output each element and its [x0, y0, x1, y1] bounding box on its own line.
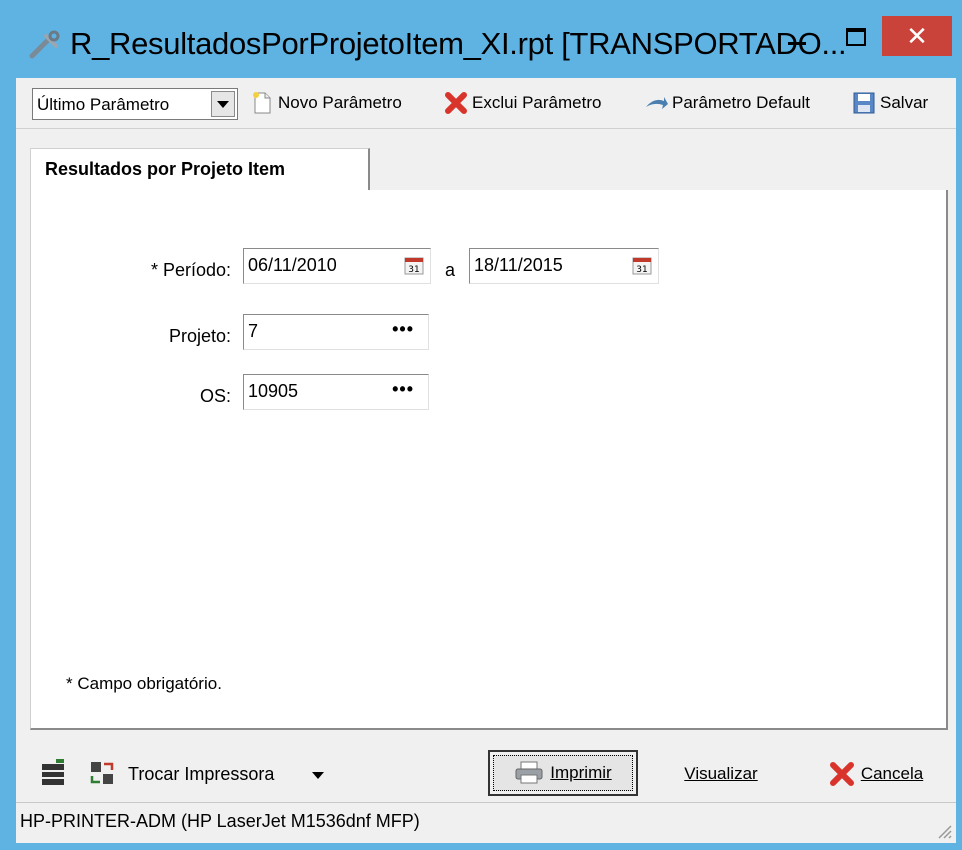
- visualizar-label: Visualizar: [684, 764, 758, 783]
- title-bar[interactable]: R_ResultadosPorProjetoItem_XI.rpt [TRANS…: [8, 8, 954, 78]
- printer-settings-icon[interactable]: [40, 758, 68, 788]
- tab-resultados-por-projeto-item[interactable]: Resultados por Projeto Item: [30, 148, 370, 190]
- new-document-icon: [253, 92, 271, 114]
- os-field[interactable]: 10905 •••: [243, 374, 429, 410]
- window-title: R_ResultadosPorProjetoItem_XI.rpt [TRANS…: [70, 26, 847, 61]
- printer-status: HP-PRINTER-ADM (HP LaserJet M1536dnf MFP…: [20, 811, 420, 831]
- projeto-field[interactable]: 7 •••: [243, 314, 429, 350]
- os-value: 10905: [248, 381, 299, 401]
- floppy-disk-icon: [853, 92, 875, 114]
- parametro-default-button[interactable]: Parâmetro Default: [644, 88, 810, 118]
- resize-grip-icon[interactable]: [936, 823, 952, 839]
- periodo-start-value: 06/11/2010: [248, 255, 337, 275]
- cancela-label: Cancela: [860, 764, 924, 783]
- salvar-button[interactable]: Salvar: [852, 88, 928, 118]
- os-lookup-button[interactable]: •••: [392, 379, 414, 400]
- red-x-icon: [445, 92, 467, 114]
- red-x-icon: [829, 762, 854, 786]
- chevron-down-icon[interactable]: [312, 772, 324, 779]
- close-icon: ✕: [906, 21, 928, 51]
- imprimir-label: Imprimir: [550, 763, 612, 782]
- periodo-end-field[interactable]: 18/11/2015 31: [469, 248, 659, 284]
- action-bar: Trocar Impressora Imprimir Visualizar Ca…: [16, 740, 956, 802]
- visualizar-button[interactable]: Visualizar: [666, 752, 776, 796]
- exclui-parametro-label: Exclui Parâmetro: [472, 93, 602, 112]
- parameter-select[interactable]: Último Parâmetro: [32, 88, 238, 120]
- novo-parametro-button[interactable]: Novo Parâmetro: [250, 88, 402, 118]
- report-window: R_ResultadosPorProjetoItem_XI.rpt [TRANS…: [0, 0, 962, 850]
- imprimir-button[interactable]: Imprimir: [488, 750, 638, 796]
- salvar-label: Salvar: [880, 93, 929, 112]
- calendar-icon[interactable]: 31: [404, 257, 424, 275]
- maximize-button[interactable]: [826, 16, 880, 58]
- arrow-icon: [646, 97, 668, 109]
- periodo-separator: a: [445, 260, 456, 280]
- status-bar: HP-PRINTER-ADM (HP LaserJet M1536dnf MFP…: [16, 802, 956, 843]
- required-field-note: * Campo obrigatório.: [66, 674, 222, 693]
- projeto-value: 7: [248, 321, 259, 341]
- tools-icon: [29, 30, 60, 59]
- tab-label: Resultados por Projeto Item: [45, 159, 286, 179]
- swap-printer-icon[interactable]: [88, 758, 116, 788]
- toolbar: Último Parâmetro Novo Parâmetro Exclui P…: [16, 78, 956, 129]
- projeto-label: Projeto:: [168, 326, 231, 346]
- parametro-default-label: Parâmetro Default: [672, 93, 810, 112]
- window-client-area: Último Parâmetro Novo Parâmetro Exclui P…: [16, 78, 956, 843]
- projeto-lookup-button[interactable]: •••: [392, 319, 414, 340]
- trocar-impressora-button[interactable]: Trocar Impressora: [128, 764, 274, 785]
- novo-parametro-label: Novo Parâmetro: [278, 93, 402, 112]
- periodo-start-field[interactable]: 06/11/2010 31: [243, 248, 431, 284]
- svg-text:31: 31: [408, 265, 419, 275]
- imprimir-button-face: Imprimir: [493, 755, 633, 791]
- printer-icon: [515, 761, 543, 784]
- calendar-icon[interactable]: 31: [632, 257, 652, 275]
- cancela-button[interactable]: Cancela: [816, 752, 936, 796]
- periodo-label: * Período:: [150, 260, 231, 280]
- parameter-select-value: Último Parâmetro: [37, 95, 170, 114]
- tab-panel: * Período: 06/11/2010 31 a 18/11/2015 31: [30, 190, 948, 730]
- exclui-parametro-button[interactable]: Exclui Parâmetro: [444, 88, 601, 118]
- periodo-end-value: 18/11/2015: [474, 255, 563, 275]
- os-label: OS:: [199, 386, 231, 406]
- minimize-button[interactable]: [770, 16, 822, 58]
- chevron-down-icon[interactable]: [211, 91, 235, 117]
- close-button[interactable]: ✕: [882, 16, 952, 56]
- svg-text:31: 31: [636, 265, 647, 275]
